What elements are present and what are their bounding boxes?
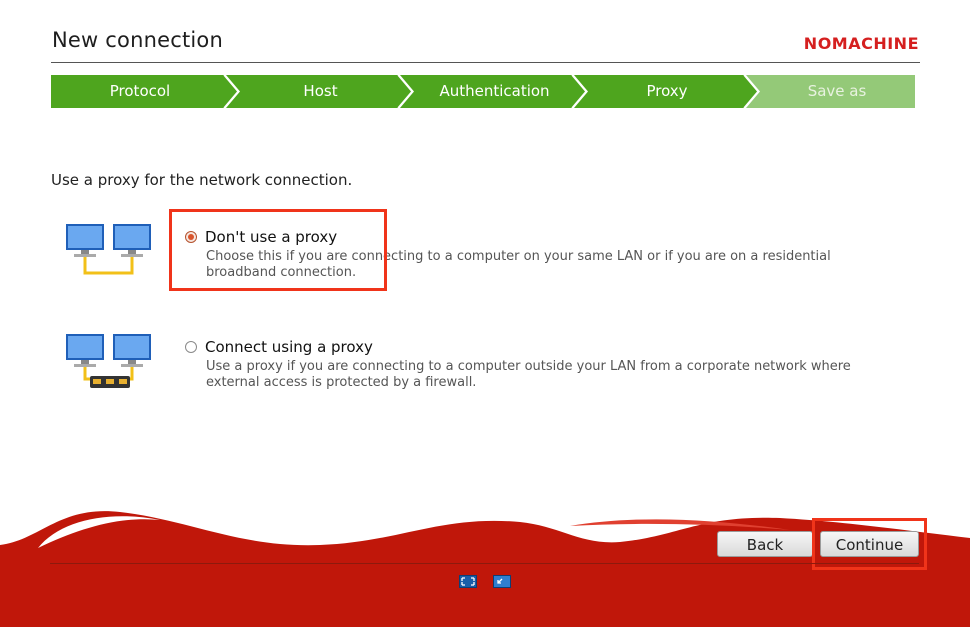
step-host: Host xyxy=(303,82,338,100)
header-divider xyxy=(51,62,920,63)
intro-text: Use a proxy for the network connection. xyxy=(51,171,353,189)
use-proxy-title[interactable]: Connect using a proxy xyxy=(205,338,373,356)
nomachine-logo: NOMACHINE xyxy=(803,34,919,53)
proxy-computers-icon xyxy=(66,334,151,388)
highlight-no-proxy xyxy=(169,209,387,291)
use-proxy-radio[interactable] xyxy=(185,341,197,353)
step-proxy: Proxy xyxy=(646,82,688,100)
fullscreen-icon[interactable] xyxy=(459,575,477,588)
lan-computers-icon xyxy=(66,224,151,275)
back-button[interactable]: Back xyxy=(717,531,813,557)
footer-divider xyxy=(50,563,919,564)
wizard-steps: Protocol Host Authentication Proxy Save … xyxy=(51,75,915,108)
step-authentication: Authentication xyxy=(439,82,550,100)
step-save-as: Save as xyxy=(807,82,867,100)
window-mode-icon[interactable] xyxy=(493,575,511,588)
use-proxy-description: Use a proxy if you are connecting to a c… xyxy=(206,359,851,390)
page-title: New connection xyxy=(52,28,223,52)
step-protocol: Protocol xyxy=(109,82,171,100)
